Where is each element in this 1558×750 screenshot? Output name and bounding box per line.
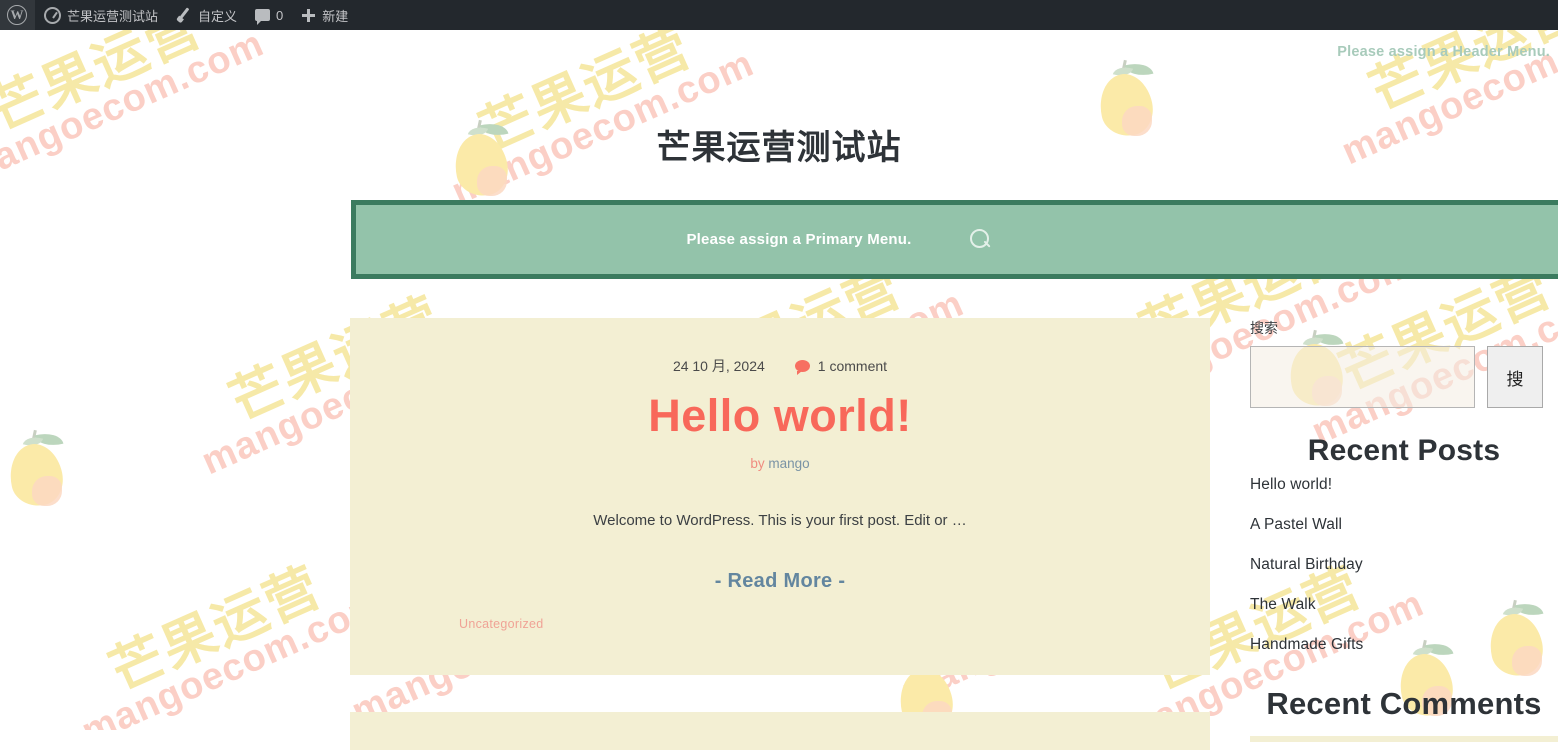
admin-bar-site-name-label: 芒果运营测试站 — [67, 8, 159, 24]
recent-comments-title: Recent Comments — [1266, 686, 1542, 721]
search-label: 搜索 — [1250, 320, 1278, 336]
watermark-cn: 芒果运营 — [101, 556, 331, 703]
admin-bar-customize-label: 自定义 — [198, 8, 238, 24]
watermark-tile: 芒果运营 mangoecom.com — [56, 538, 390, 730]
search-submit-button[interactable]: 搜 — [1487, 346, 1543, 408]
list-item[interactable]: Handmade Gifts — [1250, 636, 1558, 654]
list-item[interactable]: A Pastel Wall — [1250, 516, 1558, 534]
post-date: 24 10 月, 2024 — [672, 358, 765, 374]
primary-menu-inner: Please assign a Primary Menu. — [686, 228, 992, 251]
site-title[interactable]: 芒果运营测试站 — [0, 120, 1558, 169]
comment-bubble-icon — [255, 9, 271, 25]
primary-menu-bar: Please assign a Primary Menu. — [351, 200, 1558, 279]
admin-bar-comments-count: 0 — [276, 7, 284, 23]
admin-bar-item-new[interactable]: 新建 — [292, 0, 357, 30]
watermark-en: mangoecom.com — [75, 582, 390, 730]
post-comments-link[interactable]: 1 comment — [794, 358, 888, 375]
post-author-line: by mango — [350, 456, 1210, 471]
comment-bubble-icon — [794, 360, 810, 375]
list-item[interactable]: The Walk — [1250, 596, 1558, 614]
wordpress-logo-icon: W — [7, 5, 27, 25]
admin-bar-item-customize[interactable]: 自定义 — [167, 0, 246, 30]
post-comments-count: 1 comment — [817, 358, 888, 374]
list-item[interactable]: Hello world! — [1250, 476, 1558, 494]
wordpress-logo-button[interactable]: W — [0, 0, 35, 30]
post-by-label: by — [750, 456, 765, 471]
admin-bar-item-site-name[interactable]: 芒果运营测试站 — [35, 0, 167, 30]
post-excerpt: Welcome to WordPress. This is your first… — [593, 512, 967, 529]
post-author-link[interactable]: mango — [768, 456, 809, 471]
recent-comments-divider — [1250, 736, 1558, 742]
search-input[interactable] — [1250, 346, 1475, 408]
primary-menu-assign-link[interactable]: Please assign a Primary Menu. — [686, 231, 911, 248]
admin-bar: W 芒果运营测试站 自定义 0 新建 — [0, 0, 1558, 30]
site-header: Please assign a Header Menu. 芒果运营测试站 — [0, 30, 1558, 195]
list-item[interactable]: Natural Birthday — [1250, 556, 1558, 574]
admin-bar-new-label: 新建 — [322, 8, 349, 24]
recent-posts-title: Recent Posts — [1307, 434, 1501, 467]
post-title[interactable]: Hello world! — [350, 390, 1210, 442]
post-card: 24 10 月, 2024 1 comment Hello world! by … — [350, 318, 1210, 675]
post-meta: 24 10 月, 2024 1 comment — [350, 356, 1210, 376]
plus-icon — [301, 8, 316, 23]
dashboard-icon — [44, 6, 61, 24]
admin-bar-item-comments[interactable]: 0 — [246, 0, 292, 30]
sidebar: 搜索 搜 Recent Posts Hello world! A Pastel … — [1250, 318, 1558, 742]
header-menu-assign-link[interactable]: Please assign a Header Menu. — [1337, 44, 1550, 60]
post-card — [350, 712, 1210, 750]
search-form: 搜 — [1250, 346, 1558, 408]
main-content: 24 10 月, 2024 1 comment Hello world! by … — [350, 318, 1210, 750]
customize-brush-icon — [176, 7, 192, 23]
search-icon[interactable] — [969, 228, 992, 251]
recent-posts-list: Hello world! A Pastel Wall Natural Birth… — [1250, 476, 1558, 654]
post-category-link[interactable]: Uncategorized — [459, 617, 544, 631]
read-more-link[interactable]: - Read More - — [350, 570, 1210, 593]
